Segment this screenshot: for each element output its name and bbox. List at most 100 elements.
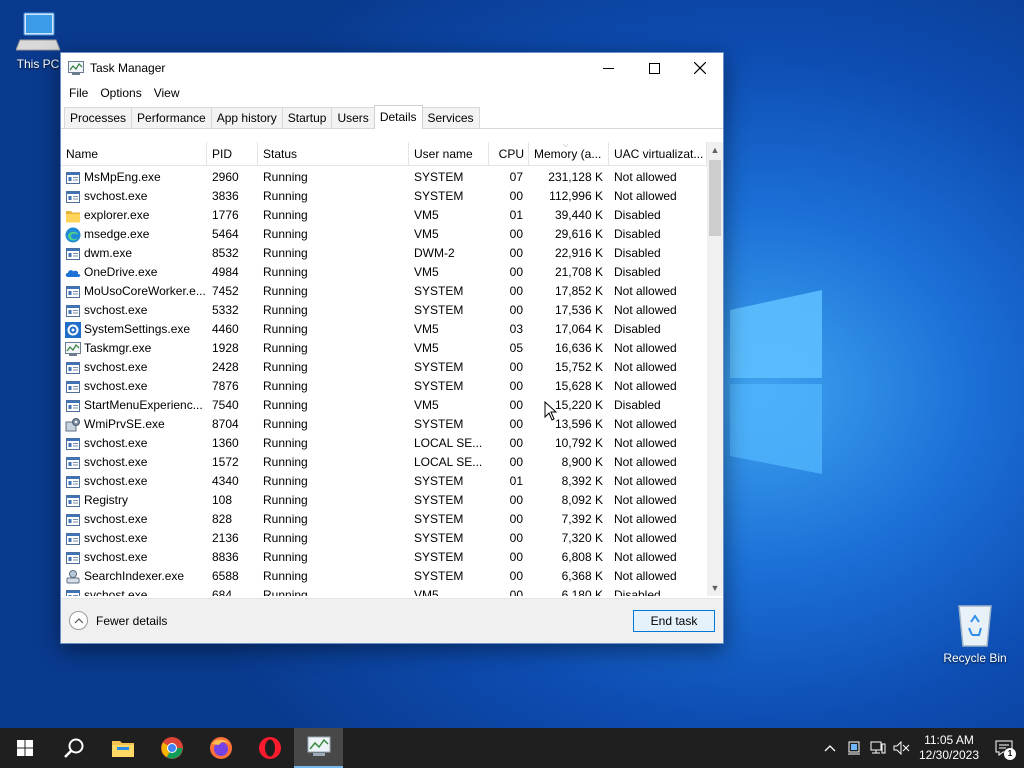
table-row[interactable]: explorer.exe 1776 Running VM5 01 39,440 K Disa… bbox=[61, 206, 707, 225]
table-row[interactable]: svchost.exe 8836 Running SYSTEM 00 6,808 K Not… bbox=[61, 548, 707, 567]
process-user-name: SYSTEM bbox=[414, 284, 464, 298]
tab-app-history[interactable]: App history bbox=[210, 107, 283, 128]
process-cpu: 00 bbox=[509, 189, 523, 203]
process-memory: 22,916 K bbox=[554, 246, 603, 260]
process-name: WmiPrvSE.exe bbox=[61, 415, 207, 434]
table-row[interactable]: Taskmgr.exe 1928 Running VM5 05 16,636 K Not a… bbox=[61, 339, 707, 358]
scroll-up-icon[interactable]: ▲ bbox=[707, 142, 723, 158]
column-header-cpu[interactable]: CPU bbox=[489, 142, 529, 166]
menu-options[interactable]: Options bbox=[94, 86, 147, 100]
process-name: OneDrive.exe bbox=[61, 263, 207, 282]
table-row[interactable]: svchost.exe 1572 Running LOCAL SE... 00 8,900… bbox=[61, 453, 707, 472]
column-header-name[interactable]: Name bbox=[61, 142, 207, 166]
table-row[interactable]: svchost.exe 828 Running SYSTEM 00 7,392 K Not … bbox=[61, 510, 707, 529]
taskbar-opera[interactable] bbox=[245, 728, 294, 768]
fewer-details-button[interactable]: Fewer details bbox=[69, 611, 167, 630]
table-row[interactable]: StartMenuExperienc... 7540 Running VM5 00 15,… bbox=[61, 396, 707, 415]
table-row[interactable]: OneDrive.exe 4984 Running VM5 00 21,708 K Disa… bbox=[61, 263, 707, 282]
process-status: Running bbox=[263, 189, 308, 203]
network-button[interactable] bbox=[866, 728, 890, 768]
column-header-uac[interactable]: UAC virtualizat... bbox=[609, 142, 707, 166]
process-pid: 108 bbox=[212, 493, 233, 507]
table-row[interactable]: msedge.exe 5464 Running VM5 00 29,616 K Disabl… bbox=[61, 225, 707, 244]
start-button[interactable] bbox=[0, 728, 49, 768]
process-user-name: DWM-2 bbox=[414, 246, 455, 260]
tab-performance[interactable]: Performance bbox=[131, 107, 212, 128]
service-icon bbox=[65, 284, 81, 300]
tab-startup[interactable]: Startup bbox=[281, 107, 333, 128]
menu-file[interactable]: File bbox=[63, 86, 94, 100]
table-row[interactable]: svchost.exe 2428 Running SYSTEM 00 15,752 K No… bbox=[61, 358, 707, 377]
process-user-name: SYSTEM bbox=[414, 550, 464, 564]
column-header-pid[interactable]: PID bbox=[207, 142, 258, 166]
desktop-icon-label: Recycle Bin bbox=[943, 651, 1007, 665]
title-bar[interactable]: Task Manager bbox=[61, 53, 723, 83]
process-name-label: svchost.exe bbox=[84, 588, 148, 596]
action-center-button[interactable]: 1 bbox=[984, 728, 1024, 768]
process-user-name: VM5 bbox=[414, 398, 439, 412]
table-row[interactable]: WmiPrvSE.exe 8704 Running SYSTEM 00 13,596 K N… bbox=[61, 415, 707, 434]
vertical-scrollbar[interactable]: ▲ ▼ bbox=[707, 142, 723, 596]
table-row[interactable]: svchost.exe 2136 Running SYSTEM 00 7,320 K Not… bbox=[61, 529, 707, 548]
process-name: SearchIndexer.exe bbox=[61, 567, 207, 586]
process-name-label: MoUsoCoreWorker.e... bbox=[84, 284, 206, 298]
table-row[interactable]: svchost.exe 4340 Running SYSTEM 01 8,392 K Not… bbox=[61, 472, 707, 491]
process-name-label: svchost.exe bbox=[84, 360, 148, 374]
process-status: Running bbox=[263, 246, 308, 260]
taskbar-task-manager[interactable] bbox=[294, 728, 343, 768]
process-status: Running bbox=[263, 265, 308, 279]
desktop-icon-recycle-bin[interactable]: Recycle Bin bbox=[937, 600, 1013, 665]
table-row[interactable]: svchost.exe 3836 Running SYSTEM 00 112,996 K N… bbox=[61, 187, 707, 206]
process-pid: 1776 bbox=[212, 208, 239, 222]
table-row[interactable]: svchost.exe 684 Running VM5 00 6,180 K Disable… bbox=[61, 586, 707, 596]
process-memory: 6,368 K bbox=[561, 569, 603, 583]
table-row[interactable]: SearchIndexer.exe 6588 Running SYSTEM 00 6,36… bbox=[61, 567, 707, 586]
show-hidden-icons-button[interactable] bbox=[818, 728, 842, 768]
process-user-name: SYSTEM bbox=[414, 493, 464, 507]
taskbar-chrome[interactable] bbox=[147, 728, 196, 768]
tray-device-button[interactable] bbox=[842, 728, 866, 768]
process-name: Registry bbox=[61, 491, 207, 510]
tab-processes[interactable]: Processes bbox=[64, 107, 133, 128]
close-button[interactable] bbox=[677, 53, 723, 83]
scroll-down-icon[interactable]: ▼ bbox=[707, 580, 723, 596]
process-user-name: SYSTEM bbox=[414, 303, 464, 317]
tab-users[interactable]: Users bbox=[331, 107, 375, 128]
table-row[interactable]: svchost.exe 1360 Running LOCAL SE... 00 10,79… bbox=[61, 434, 707, 453]
end-task-button[interactable]: End task bbox=[633, 610, 715, 632]
column-header-status[interactable]: Status bbox=[258, 142, 409, 166]
table-row[interactable]: dwm.exe 8532 Running DWM-2 00 22,916 K Disable… bbox=[61, 244, 707, 263]
menu-bar: File Options View bbox=[61, 83, 723, 103]
service-icon bbox=[65, 474, 81, 490]
column-header-memory[interactable]: ⌵ Memory (a... bbox=[529, 142, 609, 166]
table-row[interactable]: Registry 108 Running SYSTEM 00 8,092 K Not all… bbox=[61, 491, 707, 510]
process-cpu: 01 bbox=[509, 208, 523, 222]
process-status: Running bbox=[263, 170, 308, 184]
table-row[interactable]: svchost.exe 5332 Running SYSTEM 00 17,536 K No… bbox=[61, 301, 707, 320]
search-icon bbox=[63, 738, 83, 758]
process-name-label: MsMpEng.exe bbox=[84, 170, 161, 184]
tab-services[interactable]: Services bbox=[421, 107, 480, 128]
process-status: Running bbox=[263, 417, 308, 431]
process-memory: 29,616 K bbox=[554, 227, 603, 241]
taskbar-firefox[interactable] bbox=[196, 728, 245, 768]
computer-icon bbox=[16, 12, 60, 51]
scrollbar-thumb[interactable] bbox=[709, 160, 721, 236]
table-row[interactable]: SystemSettings.exe 4460 Running VM5 03 17,064… bbox=[61, 320, 707, 339]
process-cpu: 00 bbox=[509, 550, 523, 564]
table-row[interactable]: MsMpEng.exe 2960 Running SYSTEM 07 231,128 K N… bbox=[61, 168, 707, 187]
column-header-user-name[interactable]: User name bbox=[409, 142, 489, 166]
taskbar-file-explorer[interactable] bbox=[98, 728, 147, 768]
table-row[interactable]: svchost.exe 7876 Running SYSTEM 00 15,628 K No… bbox=[61, 377, 707, 396]
process-name: MoUsoCoreWorker.e... bbox=[61, 282, 207, 301]
process-uac: Disabled bbox=[614, 208, 661, 222]
menu-view[interactable]: View bbox=[148, 86, 186, 100]
minimize-button[interactable] bbox=[585, 53, 631, 83]
clock[interactable]: 11:05 AM 12/30/2023 bbox=[914, 733, 984, 763]
table-row[interactable]: MoUsoCoreWorker.e... 7452 Running SYSTEM 00 1… bbox=[61, 282, 707, 301]
service-icon bbox=[65, 436, 81, 452]
volume-button[interactable] bbox=[890, 728, 914, 768]
search-button[interactable] bbox=[49, 728, 98, 768]
maximize-button[interactable] bbox=[631, 53, 677, 83]
tab-details[interactable]: Details bbox=[373, 105, 423, 129]
